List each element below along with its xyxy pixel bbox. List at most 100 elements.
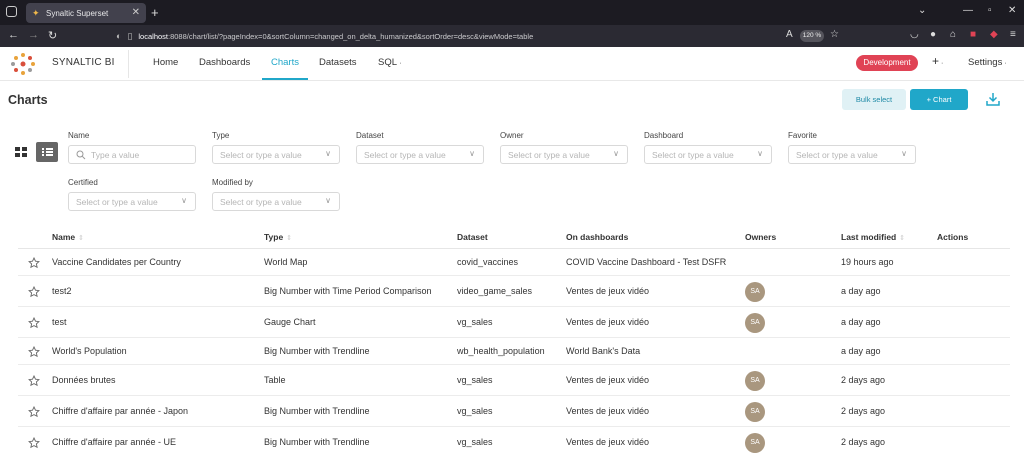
favorite-star-icon[interactable] [28, 317, 40, 329]
column-header-modified[interactable]: Last modified ⇕ [841, 232, 905, 242]
cell-name[interactable]: Données brutes [52, 375, 116, 385]
chevron-down-icon: ∨ [325, 196, 331, 205]
filter-name-input[interactable]: Type a value [68, 145, 196, 164]
nav-charts[interactable]: Charts [271, 57, 299, 68]
cell-dashboards[interactable]: Ventes de jeux vidéo [566, 437, 649, 447]
filter-certified-placeholder: Select or type a value [76, 196, 158, 207]
cell-dataset[interactable]: covid_vaccines [457, 257, 518, 267]
favorite-star-icon[interactable] [28, 375, 40, 387]
nav-home[interactable]: Home [153, 57, 178, 68]
column-header-type[interactable]: Type ⇕ [264, 232, 292, 242]
table-row[interactable]: Vaccine Candidates per Country World Map c… [18, 249, 1010, 276]
owner-avatar: SA [745, 433, 765, 453]
filter-dataset-select[interactable]: Select or type a value ∨ [356, 145, 484, 164]
zoom-level[interactable]: 120 % [800, 30, 824, 42]
url-bar[interactable]: ◐ ▯ localhost:8088/chart/list/?pageIndex… [116, 27, 846, 45]
table-row[interactable]: test2 Big Number with Time Period Compari… [18, 276, 1010, 307]
cell-dataset[interactable]: vg_sales [457, 317, 493, 327]
cell-name[interactable]: Chiffre d'affaire par année - UE [52, 437, 176, 447]
favorite-star-icon[interactable] [28, 346, 40, 358]
cell-dashboards[interactable]: World Bank's Data [566, 346, 640, 356]
page-info-icon[interactable]: ▯ [127, 31, 132, 42]
nav-dashboards[interactable]: Dashboards [199, 57, 250, 68]
hamburger-menu-icon[interactable]: ≡ [1010, 29, 1016, 40]
sort-icon: ⇕ [899, 235, 906, 242]
cell-modified: 19 hours ago [841, 257, 894, 267]
cell-modified: a day ago [841, 286, 881, 296]
filter-dashboard-select[interactable]: Select or type a value ∨ [644, 145, 772, 164]
filter-modified-select[interactable]: Select or type a value ∨ [212, 192, 340, 211]
filter-certified-select[interactable]: Select or type a value ∨ [68, 192, 196, 211]
close-tab-icon[interactable]: ✕ [132, 7, 140, 18]
column-header-name[interactable]: Name ⇕ [52, 232, 84, 242]
download-icon[interactable] [985, 91, 1001, 107]
cell-name[interactable]: World's Population [52, 346, 127, 356]
browser-tab[interactable]: ✦ Synaltic Superset ✕ [26, 3, 146, 23]
card-view-icon[interactable] [14, 144, 30, 160]
tab-overview-icon[interactable] [6, 6, 17, 17]
cell-dashboards[interactable]: Ventes de jeux vidéo [566, 406, 649, 416]
maximize-icon[interactable]: ▫ [988, 5, 992, 16]
bookmark-star-icon[interactable]: ☆ [830, 29, 839, 40]
column-header-name-label: Name [52, 232, 76, 242]
filter-owner-label: Owner [500, 131, 524, 140]
extension-red-icon[interactable]: ■ [970, 29, 976, 40]
list-view-toggle[interactable] [36, 142, 58, 162]
add-chart-button[interactable]: + Chart [910, 89, 968, 110]
synaltic-logo[interactable] [10, 52, 36, 76]
new-tab-icon[interactable]: + [151, 5, 159, 20]
nav-datasets[interactable]: Datasets [319, 57, 357, 68]
sort-icon: ⇕ [286, 235, 293, 242]
cell-dataset[interactable]: vg_sales [457, 437, 493, 447]
column-header-dashboards: On dashboards [566, 232, 629, 242]
cell-dashboards[interactable]: Ventes de jeux vidéo [566, 317, 649, 327]
column-header-dataset: Dataset [457, 232, 488, 242]
cell-name[interactable]: Vaccine Candidates per Country [52, 257, 181, 267]
filter-dataset-placeholder: Select or type a value [364, 149, 446, 160]
favorite-star-icon[interactable] [28, 286, 40, 298]
cell-modified: a day ago [841, 346, 881, 356]
cell-name[interactable]: test [52, 317, 67, 327]
table-row[interactable]: World's Population Big Number with Trendl… [18, 338, 1010, 365]
minimize-icon[interactable]: — [963, 5, 973, 16]
nav-sql[interactable]: SQL · [378, 57, 402, 68]
forward-icon[interactable]: → [28, 29, 39, 41]
cell-dashboards[interactable]: Ventes de jeux vidéo [566, 286, 649, 296]
favorite-star-icon[interactable] [28, 406, 40, 418]
extension-red2-icon[interactable]: ◆ [990, 29, 998, 40]
settings-menu[interactable]: Settings · [968, 57, 1007, 68]
cell-dataset[interactable]: wb_health_population [457, 346, 545, 356]
reload-icon[interactable]: ↻ [48, 29, 57, 42]
filter-favorite-select[interactable]: Select or type a value ∨ [788, 145, 916, 164]
table-row[interactable]: Chiffre d'affaire par année - Japon Big N… [18, 396, 1010, 427]
favorite-star-icon[interactable] [28, 257, 40, 269]
cell-name[interactable]: Chiffre d'affaire par année - Japon [52, 406, 188, 416]
cell-dataset[interactable]: vg_sales [457, 406, 493, 416]
pocket-icon[interactable]: ◡ [910, 29, 919, 40]
filter-type-select[interactable]: Select or type a value ∨ [212, 145, 340, 164]
cell-dataset[interactable]: video_game_sales [457, 286, 532, 296]
environment-badge: Development [856, 55, 918, 71]
close-window-icon[interactable]: ✕ [1008, 5, 1016, 16]
cell-dashboards[interactable]: COVID Vaccine Dashboard - Test DSFR [566, 257, 726, 267]
chevron-down-icon: ∨ [469, 149, 475, 158]
app-header: SYNALTIC BI Home Dashboards Charts Datas… [0, 47, 1024, 81]
tracking-shield-icon[interactable]: ◐ [116, 31, 121, 41]
filter-owner-select[interactable]: Select or type a value ∨ [500, 145, 628, 164]
cell-dashboards[interactable]: Ventes de jeux vidéo [566, 375, 649, 385]
back-icon[interactable]: ← [8, 29, 19, 41]
favorite-star-icon[interactable] [28, 437, 40, 449]
cell-name[interactable]: test2 [52, 286, 72, 296]
tab-list-chevron-icon[interactable]: ⌄ [918, 5, 926, 16]
account-icon[interactable]: ● [930, 29, 936, 40]
owner-avatar: SA [745, 402, 765, 422]
plus-menu[interactable]: + · [932, 54, 943, 68]
translate-icon[interactable]: A [786, 29, 793, 40]
table-row[interactable]: test Gauge Chart vg_sales Ventes de jeux vi… [18, 307, 1010, 338]
bulk-select-button[interactable]: Bulk select [842, 89, 906, 110]
filter-type-label: Type [212, 131, 230, 140]
cell-dataset[interactable]: vg_sales [457, 375, 493, 385]
extensions-icon[interactable]: ⌂ [950, 29, 956, 40]
table-row[interactable]: Données brutes Table vg_sales Ventes de jeu… [18, 365, 1010, 396]
table-row[interactable]: Chiffre d'affaire par année - UE Big Numb… [18, 427, 1010, 453]
